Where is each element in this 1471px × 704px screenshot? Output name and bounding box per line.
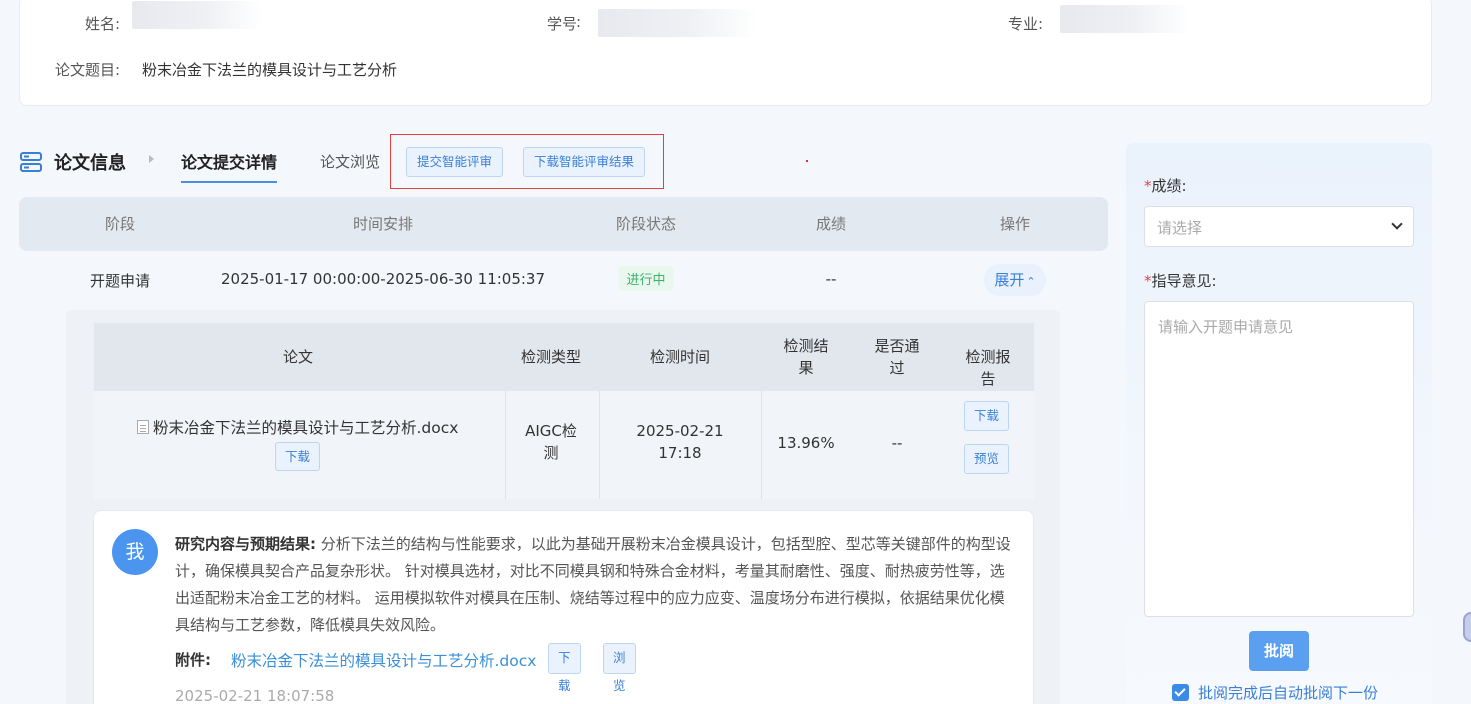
advice-textarea[interactable] (1144, 301, 1414, 617)
header-status: 阶段状态 (615, 215, 677, 233)
section-title: 论文信息 (54, 153, 126, 174)
thesis-download-button[interactable]: 下载 (275, 442, 321, 471)
list-icon (20, 152, 42, 172)
thesis-file-name: 粉末冶金下法兰的模具设计与工艺分析.docx (153, 419, 459, 437)
student-id-label: 学号 (547, 15, 578, 33)
advice-label: *指导意见: (1144, 272, 1217, 290)
proposal-comment-card: 我 研究内容与预期结果: 分析下法兰的结构与性能要求，以此为基础开展粉末冶金模具… (93, 510, 1034, 704)
tab-thesis-browse[interactable]: 论文浏览 (320, 151, 380, 172)
major-value-redacted (1060, 5, 1190, 33)
attachment-browse-button[interactable]: 浏览 (603, 643, 636, 693)
header-passed: 是否通过 (874, 337, 920, 377)
table-row: 粉末冶金下法兰的模具设计与工艺分析.docx 下载 AIGC检测 2025-02… (94, 391, 1034, 499)
review-submit-button[interactable]: 批阅 (1249, 631, 1309, 671)
stray-dot (806, 160, 808, 162)
comment-heading: 研究内容与预期结果: (175, 535, 316, 553)
attachment-label: 附件: (175, 651, 211, 669)
detect-passed: -- (891, 434, 903, 452)
avatar: 我 (112, 529, 158, 575)
stage-grade: -- (825, 270, 837, 288)
submit-ai-review-button[interactable]: 提交智能评审 (406, 147, 504, 177)
header-action: 操作 (999, 215, 1031, 233)
stage-schedule: 2025-01-17 00:00:00-2025-06-30 11:05:37 (220, 270, 546, 288)
name-value-redacted (132, 1, 262, 29)
review-panel: *成绩: 请选择 *指导意见: 批阅 批阅完成后自动批阅下一份 (1126, 143, 1432, 704)
check-icon[interactable] (1172, 684, 1189, 701)
thesis-title-label: 论文题目: (55, 61, 121, 79)
comment-timestamp: 2025-02-21 18:07:58 (175, 687, 335, 704)
comment-text: 研究内容与预期结果: 分析下法兰的结构与性能要求，以此为基础开展粉末冶金模具设计… (175, 531, 1015, 639)
header-detect-type: 检测类型 (520, 348, 582, 366)
header-grade: 成绩 (815, 215, 847, 233)
header-schedule: 时间安排 (352, 215, 414, 233)
major-label: 专业: (1008, 15, 1044, 33)
thesis-tabs-bar: 论文信息 论文提交详情 论文浏览 提交智能评审 下载智能评审结果 (19, 134, 1109, 189)
side-drag-handle[interactable] (1463, 612, 1471, 642)
thesis-title: 粉末冶金下法兰的模具设计与工艺分析 (142, 61, 398, 79)
report-preview-button[interactable]: 预览 (964, 444, 1010, 474)
breadcrumb-separator-icon (149, 155, 154, 163)
header-stage: 阶段 (104, 215, 136, 233)
status-badge: 进行中 (618, 266, 674, 291)
detection-table-header: 论文 检测类型 检测时间 检测结果 是否通过 检测报告 (94, 323, 1034, 391)
auto-next-label: 批阅完成后自动批阅下一份 (1198, 684, 1379, 702)
chevron-up-icon: ⌃ (1026, 275, 1036, 288)
stage-table-header: 阶段 时间安排 阶段状态 成绩 操作 (19, 197, 1108, 251)
doc-file-icon (137, 420, 149, 434)
attachment-download-button[interactable]: 下载 (548, 643, 581, 693)
expand-label: 展开 (994, 271, 1025, 289)
grade-label: *成绩: (1144, 177, 1187, 195)
detect-result: 13.96% (777, 434, 835, 452)
chevron-down-icon (1391, 218, 1403, 230)
header-report: 检测报告 (965, 348, 1011, 388)
tab-submission-details[interactable]: 论文提交详情 (181, 149, 278, 183)
download-ai-result-button[interactable]: 下载智能评审结果 (523, 147, 646, 177)
detect-time: 2025-02-21 17:18 (636, 422, 724, 462)
detect-type: AIGC检测 (525, 422, 577, 462)
stage-name: 开题申请 (89, 272, 151, 290)
name-label: 姓名: (85, 15, 121, 33)
attachment-file-link[interactable]: 粉末冶金下法兰的模具设计与工艺分析.docx (231, 649, 536, 671)
student-id-value-redacted (598, 9, 758, 37)
expand-button[interactable]: 展开 ⌃ (984, 264, 1046, 296)
header-thesis: 论文 (282, 348, 314, 366)
grade-select[interactable]: 请选择 (1144, 206, 1414, 247)
grade-placeholder: 请选择 (1157, 219, 1203, 237)
header-detect-time: 检测时间 (649, 348, 711, 366)
report-download-button[interactable]: 下载 (964, 401, 1010, 431)
thesis-file: 粉末冶金下法兰的模具设计与工艺分析.docx (137, 416, 458, 438)
header-detect-result: 检测结果 (783, 337, 829, 377)
student-info-card: 姓名: 学号 : 专业: 论文题目: 粉末冶金下法兰的模具设计与工艺分析 (19, 0, 1432, 106)
